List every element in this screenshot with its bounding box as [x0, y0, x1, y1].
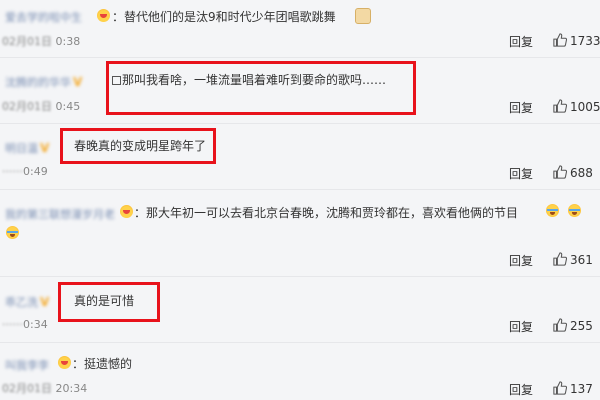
divider [0, 342, 600, 343]
comment-time: ······0:49 [2, 165, 48, 178]
time-date: 02月01日 [2, 100, 52, 113]
username[interactable]: 爱去学的啦中生 [5, 9, 82, 25]
heart-eyes-emoji-icon [120, 205, 133, 218]
vip-badge-icon: V [40, 295, 50, 309]
username-blurred[interactable]: 我的第三联想 [5, 208, 71, 221]
username-blurred[interactable]: 叫我李李 [5, 359, 49, 372]
heart-eyes-emoji-icon [97, 9, 110, 22]
like-count: 1005 [570, 100, 600, 114]
time-clock: 0:34 [22, 318, 48, 331]
comment-text: ：那大年初一可以去看北京台春晚，沈腾和贾玲都在，喜欢看他俩的节目 [134, 206, 519, 220]
heart-eyes-emoji-icon [58, 356, 71, 369]
username[interactable]: 乖乙洗 V [5, 294, 49, 310]
username[interactable]: 我的第三联想漫岁月老 [5, 206, 115, 222]
like-button[interactable]: 1005 [553, 99, 600, 114]
comment-time: 02月01日 0:45 [2, 98, 80, 114]
laugh-cry-emoji-icon [6, 226, 19, 239]
username-blurred[interactable]: 沈腾的的 [5, 76, 49, 89]
comment-time: 02月01日 20:34 [2, 380, 87, 396]
reply-button[interactable]: 回复 [509, 381, 533, 398]
time-clock: 0:45 [55, 100, 81, 113]
time-date: ······ [2, 165, 23, 178]
divider [0, 189, 600, 190]
reply-button[interactable]: 回复 [509, 33, 533, 50]
like-count: 137 [570, 382, 593, 396]
doge-emoji-icon [355, 8, 371, 24]
time-clock: 20:34 [55, 382, 88, 395]
time-clock: 0:49 [22, 165, 48, 178]
username[interactable]: 叫我李李 [5, 357, 49, 373]
vip-badge-icon: V [40, 141, 50, 155]
like-button[interactable]: 137 [553, 381, 593, 396]
comment-text: ：挺遗憾的 [72, 357, 133, 371]
time-date: ······ [2, 318, 23, 331]
username-blurred[interactable]: 爱去学的啦 [5, 11, 60, 24]
reply-button[interactable]: 回复 [509, 165, 533, 182]
thumbs-up-icon [553, 33, 568, 47]
comment-text: ：替代他们的是汰9和时代少年团唱歌跳舞 [112, 10, 336, 24]
thumbs-up-icon [553, 318, 568, 332]
username-blurred[interactable]: 乖乙洗 [5, 296, 38, 309]
like-button[interactable]: 361 [553, 252, 593, 267]
time-clock: 0:38 [55, 35, 81, 48]
highlight-box [60, 128, 216, 164]
divider [0, 276, 600, 277]
reply-button[interactable]: 回复 [509, 99, 533, 116]
laugh-cry-emoji-icon [568, 204, 581, 217]
like-button[interactable]: 255 [553, 318, 593, 333]
username-visible[interactable]: 漫岁月老 [71, 208, 115, 221]
reply-button[interactable]: 回复 [509, 318, 533, 335]
highlight-box [58, 282, 160, 322]
like-count: 255 [570, 319, 593, 333]
like-count: 361 [570, 253, 593, 267]
thumbs-up-icon [553, 99, 568, 113]
like-button[interactable]: 688 [553, 165, 593, 180]
username[interactable]: 明日温 V [5, 140, 49, 156]
time-date: 02月01日 [2, 35, 52, 48]
time-date: 02月01日 [2, 382, 52, 395]
like-button[interactable]: 1733 [553, 33, 600, 48]
divider [0, 123, 600, 124]
divider [0, 57, 600, 58]
like-count: 1733 [570, 34, 600, 48]
vip-badge-icon: V [73, 75, 83, 89]
thumbs-up-icon [553, 252, 568, 266]
username-visible[interactable]: 华华 [49, 76, 71, 89]
like-count: 688 [570, 166, 593, 180]
thumbs-up-icon [553, 165, 568, 179]
comment-time: ······0:34 [2, 318, 48, 331]
username[interactable]: 沈腾的的华华 V [5, 74, 82, 90]
username-visible[interactable]: 中生 [60, 11, 82, 24]
username-blurred[interactable]: 明日温 [5, 142, 38, 155]
highlight-box [106, 61, 416, 115]
laugh-cry-emoji-icon [546, 204, 559, 217]
comment-time: 02月01日 0:38 [2, 33, 80, 49]
reply-button[interactable]: 回复 [509, 252, 533, 269]
thumbs-up-icon [553, 381, 568, 395]
